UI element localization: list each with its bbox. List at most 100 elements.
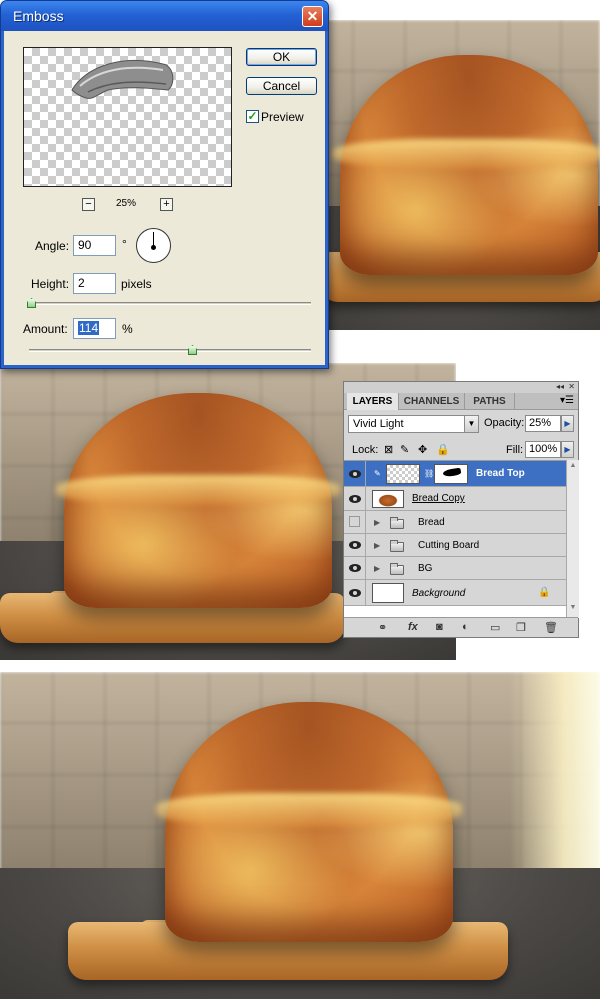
- ok-button[interactable]: OK: [246, 48, 317, 66]
- expand-arrow-icon[interactable]: ▶: [374, 541, 380, 550]
- expand-arrow-icon[interactable]: ▶: [374, 518, 380, 527]
- folder-icon: [390, 563, 404, 575]
- layer-name: Bread Top: [476, 468, 525, 479]
- lock-position-icon[interactable]: ✥: [418, 443, 427, 456]
- visibility-toggle[interactable]: [344, 461, 366, 486]
- panel-close-icon[interactable]: ✕: [568, 382, 575, 391]
- close-button[interactable]: ✕: [302, 6, 323, 27]
- lock-label: Lock:: [352, 444, 379, 456]
- opacity-input[interactable]: 25% ▶: [525, 415, 574, 432]
- layer-mask-thumbnail[interactable]: [434, 464, 468, 484]
- tab-channels[interactable]: CHANNELS: [399, 393, 465, 410]
- visibility-toggle[interactable]: [344, 511, 366, 533]
- window-light: [510, 672, 600, 869]
- eye-icon: [349, 495, 361, 503]
- folder-icon: [390, 517, 404, 529]
- mask-icon[interactable]: ◙: [436, 621, 443, 633]
- layer-row-bread-group[interactable]: ▶ Bread: [344, 511, 566, 534]
- amount-input[interactable]: 114: [73, 318, 116, 339]
- fill-stepper-icon[interactable]: ▶: [561, 441, 574, 458]
- layers-scrollbar[interactable]: ▲ ▼: [566, 460, 579, 618]
- expand-arrow-icon[interactable]: ▶: [374, 564, 380, 573]
- layer-row-background[interactable]: Background 🔒: [344, 580, 566, 606]
- angle-hub: [151, 245, 156, 250]
- link-icon[interactable]: ⚭: [378, 621, 387, 634]
- collapse-icon[interactable]: ◂◂: [556, 382, 564, 391]
- trash-icon[interactable]: 🗑: [544, 621, 558, 634]
- new-group-icon[interactable]: ▭: [490, 621, 500, 634]
- layer-thumbnail[interactable]: [372, 583, 404, 603]
- zoom-in-button[interactable]: +: [160, 198, 173, 211]
- amount-slider-thumb[interactable]: [188, 345, 197, 355]
- panel-menu-icon[interactable]: ▾☰: [560, 395, 574, 406]
- preview-checkbox[interactable]: ✓: [246, 110, 259, 123]
- plus-icon: +: [163, 198, 170, 210]
- amount-label: Amount:: [23, 322, 68, 336]
- preview-label: Preview: [261, 110, 304, 124]
- height-slider[interactable]: [29, 302, 311, 305]
- layer-name: Bread Copy: [412, 493, 465, 504]
- visibility-toggle[interactable]: [344, 487, 366, 510]
- zoom-level: 25%: [116, 198, 137, 209]
- close-icon: ✕: [306, 8, 319, 24]
- folder-icon: [390, 540, 404, 552]
- bread-loaf: [165, 702, 453, 942]
- zoom-out-button[interactable]: −: [82, 198, 95, 211]
- fill-label: Fill:: [506, 444, 524, 456]
- lock-pixels-icon[interactable]: ✎: [400, 443, 409, 456]
- fill-value: 100%: [529, 443, 558, 455]
- layer-name: BG: [418, 563, 433, 574]
- scroll-down-icon[interactable]: ▼: [567, 604, 579, 616]
- height-input[interactable]: 2: [73, 273, 116, 294]
- height-unit: pixels: [121, 277, 152, 291]
- scene-bottom: [0, 672, 600, 999]
- blend-mode-select[interactable]: Vivid Light ▼: [348, 415, 479, 433]
- layer-row-bread-top[interactable]: ✎ ⛓ Bread Top: [344, 461, 566, 487]
- layer-name: Cutting Board: [418, 540, 480, 551]
- dialog-titlebar[interactable]: Emboss ✕: [1, 1, 328, 31]
- amount-slider[interactable]: [29, 349, 311, 352]
- opacity-stepper-icon[interactable]: ▶: [561, 415, 574, 432]
- visibility-toggle[interactable]: [344, 534, 366, 556]
- tab-paths[interactable]: PATHS: [465, 393, 515, 410]
- layers-list: ✎ ⛓ Bread Top Bread Copy ▶ Bread ▶ Cutti…: [344, 460, 566, 618]
- angle-input[interactable]: 90: [73, 235, 116, 256]
- layer-thumbnail[interactable]: [372, 490, 404, 508]
- bread-loaf: [340, 55, 598, 275]
- scroll-up-icon[interactable]: ▲: [567, 462, 579, 474]
- lock-all-icon[interactable]: 🔒: [436, 443, 450, 456]
- height-slider-thumb[interactable]: [27, 298, 36, 308]
- eye-icon: [349, 564, 361, 572]
- lock-transparency-icon[interactable]: ⊠: [384, 443, 393, 456]
- layers-panel: ◂◂ ✕ LAYERS CHANNELS PATHS ▾☰ Vivid Ligh…: [343, 381, 579, 638]
- eye-icon: [349, 589, 361, 597]
- scene-top: [300, 20, 600, 330]
- cancel-button[interactable]: Cancel: [246, 77, 317, 95]
- fill-input[interactable]: 100% ▶: [525, 441, 574, 458]
- layer-thumbnail[interactable]: [386, 464, 420, 484]
- chain-link-icon[interactable]: ⛓: [424, 469, 434, 478]
- filter-preview[interactable]: [23, 47, 232, 187]
- lock-icon: 🔒: [538, 587, 551, 598]
- visibility-toggle[interactable]: [344, 580, 366, 605]
- angle-dial[interactable]: [136, 228, 171, 263]
- angle-unit: °: [122, 237, 127, 251]
- bread-loaf: [64, 393, 332, 608]
- amount-unit: %: [122, 322, 133, 336]
- layer-row-bread-copy[interactable]: Bread Copy: [344, 487, 566, 511]
- brush-link-icon: ✎: [374, 469, 381, 478]
- amount-value: 114: [78, 321, 100, 335]
- new-layer-icon[interactable]: ❐: [516, 621, 526, 634]
- panel-topbar[interactable]: ◂◂ ✕: [344, 382, 578, 393]
- adjustment-icon[interactable]: ◐: [462, 621, 469, 633]
- height-label: Height:: [31, 277, 70, 291]
- layer-row-cutting-board-group[interactable]: ▶ Cutting Board: [344, 534, 566, 557]
- layer-name: Bread: [418, 517, 445, 528]
- tab-layers[interactable]: LAYERS: [347, 393, 399, 410]
- layer-row-bg-group[interactable]: ▶ BG: [344, 557, 566, 580]
- layer-name: Background: [412, 588, 466, 599]
- dialog-body: − 25% + OK Cancel ✓ Preview Angle: 90 ° …: [4, 31, 325, 365]
- fx-icon[interactable]: fx: [408, 621, 418, 633]
- visibility-toggle[interactable]: [344, 557, 366, 579]
- embossed-bread-preview: [71, 60, 174, 99]
